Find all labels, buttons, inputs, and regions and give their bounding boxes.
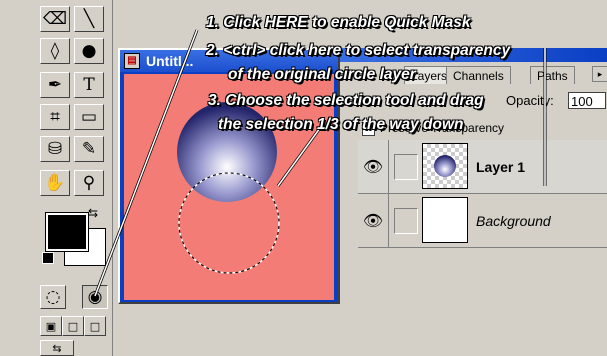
annotation-step-3-line-2: the selection 1/3 of the way down: [218, 116, 464, 133]
annotation-step-2-line-2: of the original circle layer: [228, 66, 416, 83]
annotation-step-1: 1. Click HERE to enable Quick Mask: [206, 14, 471, 31]
annotation-step-2-line-1: 2. <ctrl> click here to select transpare…: [206, 42, 511, 59]
photoshop-workspace: ⌫ ╲ ◊ ● ✒ T ⌗ ▭ ⛁ ✎ ✋ ⚲ ◌ ◉ ▣ □ □ ⇆ ⇆ ▤ …: [0, 0, 607, 356]
annotation-step-3-line-1: 3. Choose the selection tool and drag: [208, 92, 484, 109]
